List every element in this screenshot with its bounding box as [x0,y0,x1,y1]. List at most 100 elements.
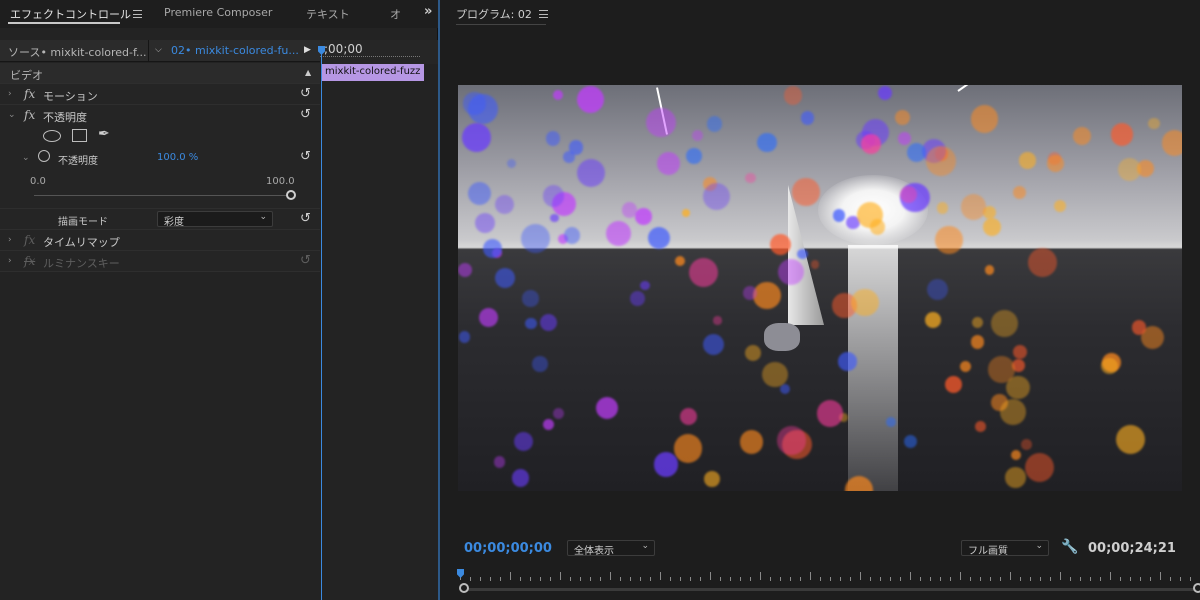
opacity-slider-track[interactable] [34,195,291,196]
ruler-tick [690,577,691,581]
ruler-tick [1060,572,1061,580]
zoom-scrollbar[interactable] [460,588,1200,591]
program-video-frame[interactable] [458,85,1182,491]
program-time-ruler[interactable] [460,572,1200,584]
tab-text[interactable]: テキスト [306,6,350,22]
color-fuzz-particle [1148,117,1160,129]
ruler-tick [510,572,511,580]
chevron-right-icon[interactable]: › [8,235,12,245]
timeline-clip[interactable]: mixkit-colored-fuzz [322,64,424,81]
ruler-tick [750,577,751,581]
zoom-scroll-left-handle[interactable] [459,583,469,593]
current-timecode[interactable]: 00;00;00;00 [464,541,552,556]
tab-effect-controls[interactable]: エフェクトコントロール [10,6,131,22]
color-fuzz-particle [970,105,998,133]
sailboat-hull [764,323,800,351]
color-fuzz-particle [1000,399,1026,426]
color-fuzz-particle [702,182,731,211]
color-fuzz-particle [513,432,533,452]
reset-icon[interactable]: ↺ [300,211,311,226]
playhead-line[interactable] [321,46,322,600]
ruler-tick [800,577,801,581]
effect-row-luma-key[interactable]: › fx ルミナンスキー ↺ [0,251,320,272]
effect-row-motion[interactable]: › fx モーション ↺ [0,84,320,105]
chevron-down-icon[interactable]: ⌵ [155,45,162,55]
color-fuzz-particle [1161,130,1182,156]
ruler-tick [1080,577,1081,581]
blend-mode-dropdown[interactable]: 彩度 ⌄ [157,211,273,228]
panel-divider[interactable] [438,0,440,600]
color-fuzz-particle [832,209,846,222]
effect-row-time-remap[interactable]: › fx タイムリマップ [0,230,320,251]
ruler-tick [900,577,901,581]
color-fuzz-particle [991,310,1018,337]
opacity-slider-knob[interactable] [286,190,296,200]
color-fuzz-particle [1012,344,1027,359]
ruler-tick [790,577,791,581]
timeline-ruler[interactable]: ;00;00 [320,40,438,64]
color-fuzz-particle [1117,157,1141,181]
pen-mask-icon[interactable]: ✒ [98,126,110,142]
rectangle-mask-icon[interactable] [72,129,87,142]
reset-icon[interactable]: ↺ [300,149,311,164]
ruler-tick [1090,577,1091,581]
play-triangle-icon[interactable]: ▶ [304,45,311,55]
wrench-icon[interactable]: 🔧 [1061,539,1078,555]
color-fuzz-particle [1011,450,1022,461]
reset-icon[interactable]: ↺ [300,253,311,268]
color-fuzz-particle [1131,320,1147,335]
ruler-tick [560,572,561,580]
ellipse-mask-icon[interactable] [43,130,61,142]
program-title[interactable]: プログラム: 02 [456,6,532,22]
color-fuzz-particle [521,224,551,254]
color-fuzz-particle [800,111,815,125]
divider [148,40,149,62]
chevron-down-icon[interactable]: ⌄ [22,153,30,163]
ruler-tick [860,572,861,580]
color-fuzz-particle [762,361,788,388]
color-fuzz-particle [869,219,886,235]
collapse-up-icon[interactable]: ▲ [305,68,311,77]
color-fuzz-particle [895,109,910,125]
color-fuzz-particle [960,360,972,372]
reset-icon[interactable]: ↺ [300,86,311,101]
sequence-label[interactable]: 02• mixkit-colored-fu... [171,44,299,57]
color-fuzz-particle [1110,123,1134,146]
zoom-dropdown[interactable]: 全体表示 ⌄ [567,540,655,557]
color-fuzz-particle [982,218,1001,237]
fx-icon[interactable]: fx [24,108,35,122]
stopwatch-icon[interactable] [38,150,50,162]
zoom-scroll-right-handle[interactable] [1193,583,1200,593]
ruler-tick [1100,577,1101,581]
chevron-down-icon[interactable]: ⌄ [8,110,16,120]
effect-label: ルミナンスキー [43,257,120,270]
ruler-tick [1180,577,1181,581]
fx-disabled-icon[interactable]: fx [24,254,35,268]
reset-icon[interactable]: ↺ [300,107,311,122]
panel-menu-icon[interactable] [539,10,548,18]
quality-dropdown[interactable]: フル画質 ⌄ [961,540,1049,557]
ruler-tick [700,577,701,581]
ruler-tick [1120,577,1121,581]
double-chevron-right-icon[interactable]: » [424,4,432,19]
opacity-value[interactable]: 100.0 % [157,152,198,163]
color-fuzz-particle [568,140,584,155]
tab-premiere-composer[interactable]: Premiere Composer [164,6,272,19]
source-label[interactable]: ソース• mixkit-colored-f... [8,44,147,60]
ruler-tick [960,572,961,580]
color-fuzz-particle [797,248,808,260]
ruler-tick [1070,577,1071,581]
panel-menu-icon[interactable] [133,10,142,18]
fx-icon[interactable]: fx [24,87,35,101]
chevron-right-icon[interactable]: › [8,256,12,266]
color-fuzz-particle [495,267,516,288]
color-fuzz-particle [984,265,994,275]
program-monitor-panel: プログラム: 02 00;00;00;00 全体表示 ⌄ フル画質 ⌄ 🔧 00… [441,0,1200,600]
ruler-tick [920,577,921,581]
chevron-right-icon[interactable]: › [8,89,12,99]
ruler-tick [680,577,681,581]
color-fuzz-particle [630,291,646,306]
effect-timeline[interactable]: ;00;00 mixkit-colored-fuzz [320,40,438,600]
color-fuzz-particle [653,452,678,477]
tab-truncated[interactable]: オ [390,6,401,22]
